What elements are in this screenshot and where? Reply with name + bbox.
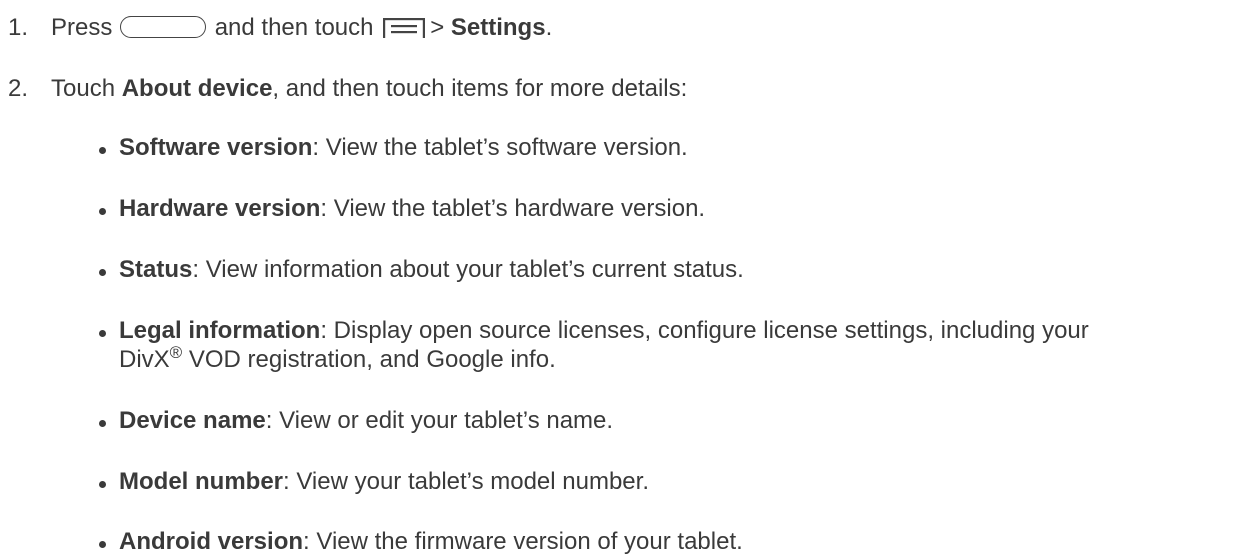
item-desc: : Display open source licenses, configur… [320, 317, 1089, 344]
bullet-dot-icon [99, 330, 106, 337]
item-desc-divx: DivX [119, 346, 170, 373]
instructions: 1. Press and then touch > Settings. 2. Tou… [0, 0, 1255, 557]
step-text-touch: Touch [51, 75, 116, 102]
list-item: Status: View information about your tabl… [99, 255, 1249, 284]
step-text-middle: and then touch [214, 14, 374, 41]
item-desc: : View your tablet’s model number. [283, 468, 649, 495]
bullet-dot-icon [99, 147, 106, 154]
item-term: Device name [119, 407, 266, 434]
list-item: Device name: View or edit your tablet’s … [99, 406, 1249, 435]
registered-mark: ® [169, 343, 183, 362]
bullet-dot-icon [99, 269, 106, 276]
item-term: Legal information [119, 317, 321, 344]
item-desc: : View the tablet’s software version. [312, 134, 688, 161]
list-item: Android version: View the firmware versi… [99, 527, 1249, 556]
list-item: Hardware version: View the tablet’s hard… [99, 194, 1249, 223]
item-desc: : View or edit your tablet’s name. [265, 407, 614, 434]
item-term: Status [119, 256, 193, 283]
home-key-icon [120, 16, 207, 38]
step-2: 2. Touch About device, and then touch ite… [0, 74, 687, 103]
bullet-dot-icon [99, 208, 106, 215]
settings-label: Settings [450, 14, 546, 41]
bullet-dot-icon [99, 541, 106, 548]
step-number: 1. [8, 14, 29, 41]
step-text-rest: , and then touch items for more details: [272, 75, 688, 102]
list-item: Model number: View your tablet’s model n… [99, 467, 1249, 496]
bullet-dot-icon [99, 420, 106, 427]
step-1: 1. Press and then touch > Settings. [0, 13, 552, 42]
step-number: 2. [8, 75, 29, 102]
item-term: Android version [119, 528, 304, 555]
item-term: Model number [119, 468, 284, 495]
item-term: Hardware version [119, 195, 321, 222]
item-desc-cont: VOD registration, and Google info. [182, 346, 556, 373]
item-desc: : View the firmware version of your tabl… [303, 528, 743, 555]
step-end: . [545, 14, 553, 41]
step-separator: > [430, 14, 445, 41]
list-item: Legal information: Display open source l… [99, 316, 1249, 374]
bullet-dot-icon [99, 481, 106, 488]
menu-icon [382, 17, 426, 39]
item-desc: : View information about your tablet’s c… [192, 256, 744, 283]
item-term: Software version [119, 134, 313, 161]
step-text-press: Press [51, 14, 113, 41]
about-device-label: About device [121, 75, 273, 102]
item-desc: : View the tablet’s hardware version. [320, 195, 706, 222]
list-item: Software version: View the tablet’s soft… [99, 133, 1249, 162]
